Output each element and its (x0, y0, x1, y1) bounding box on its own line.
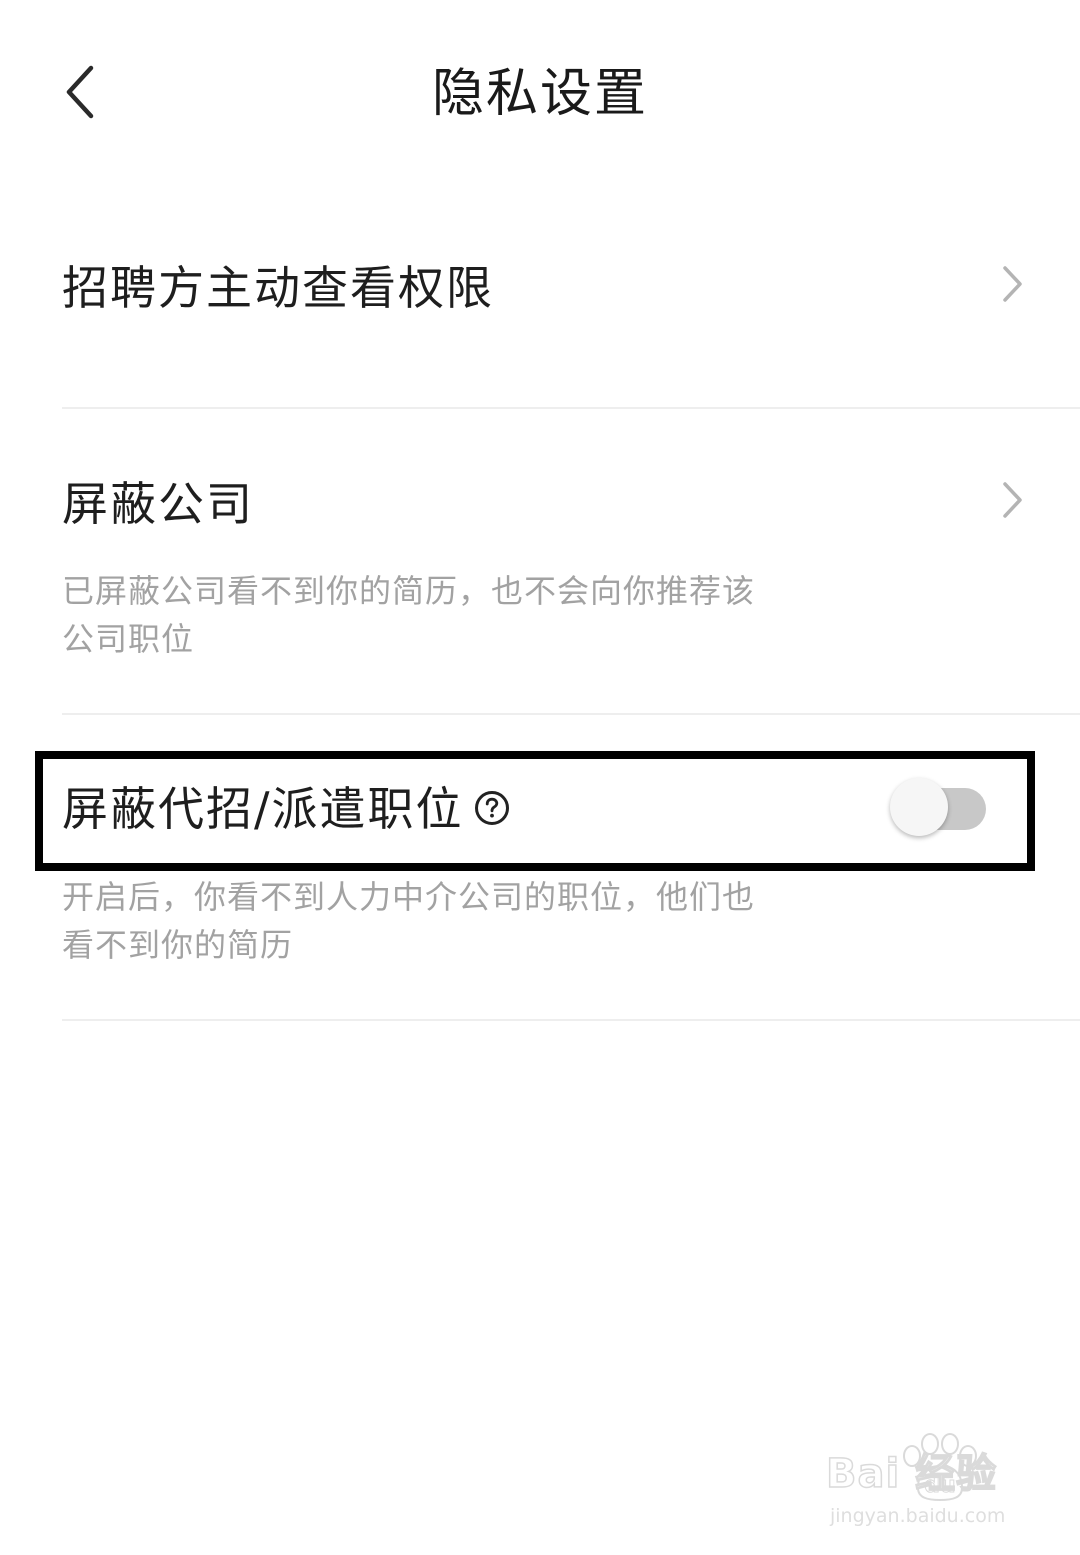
watermark-url: jingyan.baidu.com (830, 1505, 1006, 1527)
question-circle-icon[interactable] (474, 790, 510, 826)
divider (62, 1019, 1080, 1021)
page-title: 隐私设置 (431, 64, 648, 124)
watermark-logo-text: du (924, 1473, 955, 1498)
setting-row-block-agency-positions: 屏蔽代招/派遣职位 开启后，你看不到人力中介公司的职位，他们也看不到你的简历 (0, 715, 1080, 1019)
toggle-knob (890, 778, 948, 836)
nav-bar: 隐私设置 (0, 0, 1080, 190)
chevron-right-icon (1003, 482, 1022, 518)
watermark-brand: Bai 经验 (825, 1450, 998, 1498)
setting-row-description: 开启后，你看不到人力中介公司的职位，他们也看不到你的简历 (62, 878, 756, 964)
setting-row-title: 招聘方主动查看权限 (62, 261, 494, 315)
setting-row-recruiter-view-permission[interactable]: 招聘方主动查看权限 (0, 190, 1080, 408)
setting-row-title: 屏蔽公司 (62, 477, 254, 531)
block-agency-toggle[interactable] (890, 778, 988, 840)
chevron-right-icon (1003, 266, 1022, 302)
watermark: du Bai 经验 jingyan.baidu.com (825, 1432, 1026, 1542)
setting-row-title: 屏蔽代招/派遣职位 (62, 782, 464, 836)
paw-logo-icon: du (903, 1433, 977, 1502)
setting-row-blocked-companies[interactable]: 屏蔽公司 已屏蔽公司看不到你的简历，也不会向你推荐该公司职位 (0, 409, 1080, 713)
setting-row-description: 已屏蔽公司看不到你的简历，也不会向你推荐该公司职位 (62, 572, 756, 658)
